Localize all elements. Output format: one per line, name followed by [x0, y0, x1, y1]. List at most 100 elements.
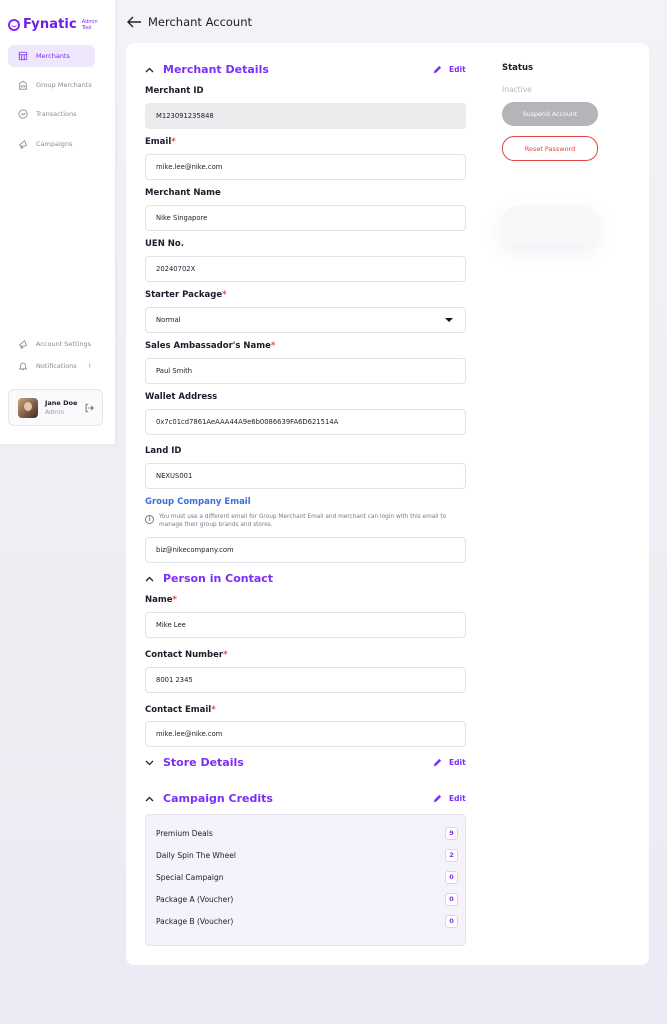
sales-ambassador-field[interactable]: Paul Smith — [145, 358, 466, 384]
credit-row: Package B (Voucher) 0 — [156, 915, 458, 928]
notification-badge: ! — [88, 362, 91, 370]
fynatic-logo-icon — [8, 18, 20, 31]
starter-package-value: Normal — [156, 316, 181, 324]
credit-count: 0 — [445, 893, 458, 906]
credit-label: Special Campaign — [156, 873, 224, 882]
group-email-label: Group Company Email — [145, 497, 251, 507]
edit-store-details-button[interactable]: Edit — [433, 758, 466, 767]
suspend-account-button[interactable]: Suspend Account — [502, 102, 598, 126]
sidebar-item-label: Notifications — [36, 362, 77, 370]
user-info: Jane Doe Admin — [45, 399, 77, 416]
page-title: Merchant Account — [148, 15, 253, 29]
pencil-icon — [433, 758, 442, 767]
pencil-icon — [433, 794, 442, 803]
email-label: Email* — [145, 137, 176, 147]
merchant-id-label: Merchant ID — [145, 86, 204, 96]
sidebar-item-label: Campaigns — [36, 140, 73, 148]
edit-campaign-credits-button[interactable]: Edit — [433, 794, 466, 803]
store-details-header[interactable]: Store Details — [145, 756, 244, 769]
edit-label: Edit — [449, 65, 466, 74]
section-title: Campaign Credits — [163, 792, 273, 805]
user-card[interactable]: Jane Doe Admin — [8, 389, 103, 426]
decorative-shadow — [500, 205, 600, 245]
contact-number-field[interactable]: 8001 2345 — [145, 667, 466, 693]
bell-icon — [18, 361, 28, 371]
sidebar-item-transactions[interactable]: Transactions — [8, 103, 95, 125]
uen-label: UEN No. — [145, 239, 184, 249]
wallet-address-field[interactable]: 0x7c01cd7861AeAAA44A9e6b0086639FA6D62151… — [145, 409, 466, 435]
sidebar-item-campaigns[interactable]: Campaigns — [8, 133, 95, 155]
sidebar-item-group-merchants[interactable]: Group Merchants — [8, 74, 95, 96]
credit-label: Premium Deals — [156, 829, 213, 838]
email-field[interactable]: mike.lee@nike.com — [145, 154, 466, 180]
credit-count: 0 — [445, 871, 458, 884]
sidebar: Fynatic Admin Tool Merchants Group Merch… — [0, 0, 115, 444]
dropdown-caret-icon — [445, 318, 453, 322]
section-title: Store Details — [163, 756, 244, 769]
credit-row: Special Campaign 0 — [156, 871, 458, 884]
contact-name-field[interactable]: Mike Lee — [145, 612, 466, 638]
contact-number-label: Contact Number* — [145, 650, 228, 660]
chevron-down-icon — [145, 760, 154, 765]
pencil-icon — [433, 65, 442, 74]
person-in-contact-header[interactable]: Person in Contact — [145, 572, 273, 585]
credit-count: 2 — [445, 849, 458, 862]
edit-merchant-details-button[interactable]: Edit — [433, 65, 466, 74]
credit-count: 9 — [445, 827, 458, 840]
starter-package-label: Starter Package* — [145, 290, 227, 300]
contact-name-label: Name* — [145, 595, 177, 605]
user-name: Jane Doe — [45, 399, 78, 407]
wallet-address-label: Wallet Address — [145, 392, 218, 402]
brand-logo[interactable]: Fynatic Admin Tool — [8, 17, 100, 32]
status-title: Status — [502, 63, 534, 73]
building-icon — [18, 80, 28, 90]
credit-label: Daily Spin The Wheel — [156, 851, 236, 860]
back-arrow-icon[interactable] — [126, 15, 142, 29]
starter-package-select[interactable]: Normal — [145, 307, 466, 333]
store-icon — [18, 51, 28, 61]
transactions-icon — [18, 109, 28, 119]
merchant-id-field: M123091235848 — [145, 103, 466, 129]
group-email-field[interactable]: biz@nikecompany.com — [145, 537, 466, 563]
campaign-credits-list: Premium Deals 9 Daily Spin The Wheel 2 S… — [145, 814, 466, 946]
uen-field[interactable]: 20240702X — [145, 256, 466, 282]
chevron-up-icon — [145, 576, 154, 581]
credit-row: Premium Deals 9 — [156, 827, 458, 840]
group-email-note: i You must use a different email for Gro… — [145, 513, 465, 529]
edit-label: Edit — [449, 758, 466, 767]
sales-ambassador-label: Sales Ambassador's Name* — [145, 341, 276, 351]
sidebar-item-merchants[interactable]: Merchants — [8, 45, 95, 67]
merchant-name-label: Merchant Name — [145, 188, 221, 198]
logout-icon[interactable] — [84, 403, 94, 413]
avatar — [18, 397, 38, 418]
contact-email-field[interactable]: mike.lee@nike.com — [145, 721, 466, 747]
credit-label: Package B (Voucher) — [156, 917, 234, 926]
sidebar-item-account-settings[interactable]: Account Settings — [8, 333, 95, 355]
sidebar-item-label: Transactions — [36, 110, 77, 118]
brand-name: Fynatic — [23, 17, 77, 32]
user-role: Admin — [45, 409, 65, 416]
chevron-up-icon — [145, 67, 154, 72]
section-title: Person in Contact — [163, 572, 274, 585]
edit-label: Edit — [449, 794, 466, 803]
info-icon: i — [145, 515, 154, 524]
credit-label: Package A (Voucher) — [156, 895, 234, 904]
megaphone-icon — [18, 339, 28, 349]
section-title: Merchant Details — [163, 63, 269, 76]
sidebar-item-label: Account Settings — [36, 340, 91, 348]
credit-count: 0 — [445, 915, 458, 928]
merchant-details-header[interactable]: Merchant Details — [145, 63, 269, 76]
credit-row: Daily Spin The Wheel 2 — [156, 849, 458, 862]
brand-subtitle: Admin Tool — [81, 18, 98, 31]
megaphone-icon — [18, 139, 28, 149]
sidebar-item-notifications[interactable]: Notifications ! — [8, 355, 95, 377]
credit-row: Package A (Voucher) 0 — [156, 893, 458, 906]
merchant-name-field[interactable]: Nike Singapore — [145, 205, 466, 231]
land-id-field[interactable]: NEXUS001 — [145, 463, 466, 489]
chevron-up-icon — [145, 796, 154, 801]
campaign-credits-header[interactable]: Campaign Credits — [145, 792, 273, 805]
reset-password-button[interactable]: Reset Password — [502, 136, 598, 161]
sidebar-item-label: Merchants — [36, 52, 70, 60]
status-value: Inactive — [502, 85, 532, 94]
land-id-label: Land ID — [145, 446, 182, 456]
